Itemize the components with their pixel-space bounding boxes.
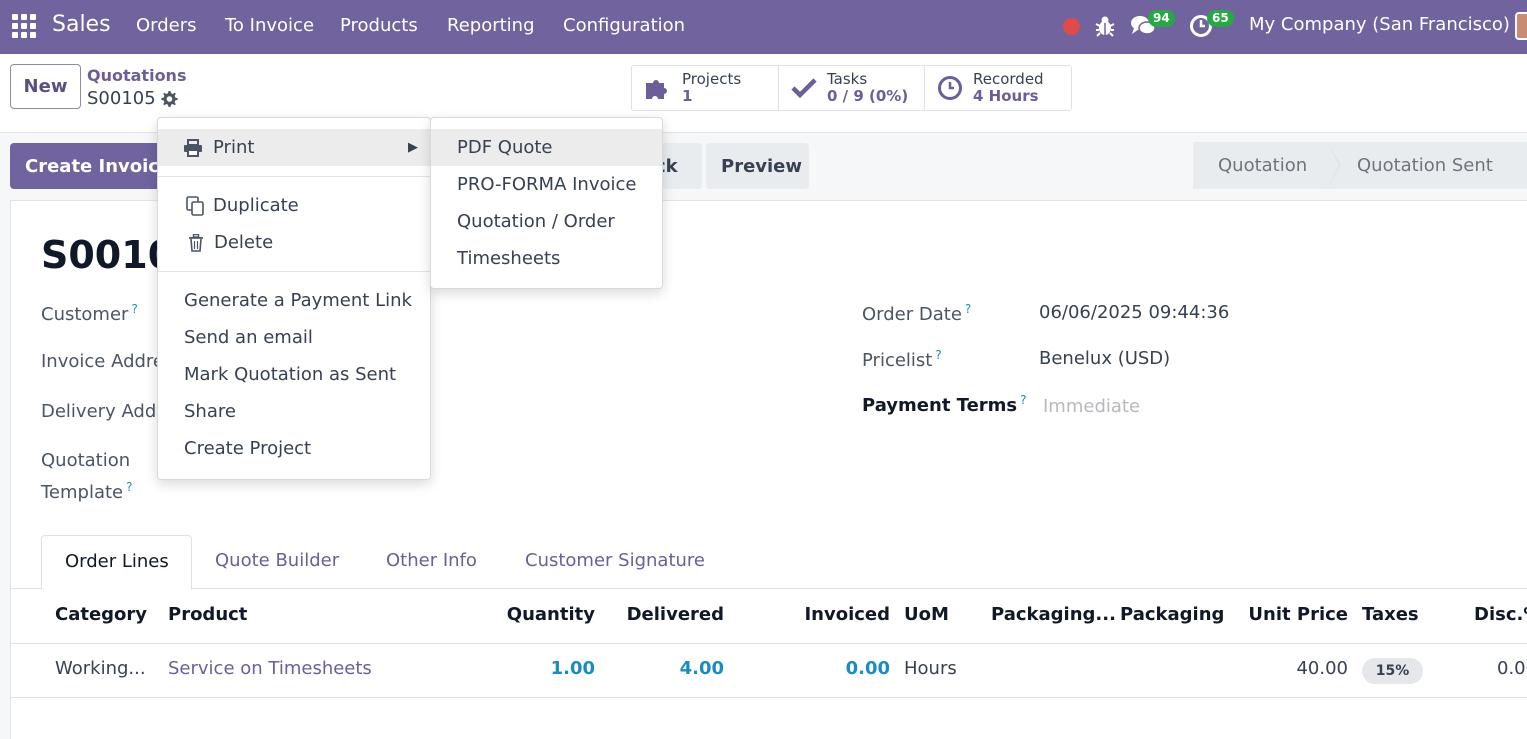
cell-invoiced[interactable]: 0.00: [846, 658, 890, 679]
tab-other-info[interactable]: Other Info: [386, 550, 477, 571]
pricelist-field[interactable]: Benelux (USD): [1039, 348, 1170, 369]
print-pdf-quote[interactable]: PDF Quote: [431, 129, 662, 166]
company-switcher[interactable]: My Company (San Francisco): [1249, 14, 1510, 35]
order-date-label: Order Date?: [862, 302, 972, 325]
column-header-packaging[interactable]: Packaging: [1120, 604, 1224, 625]
payment-terms-field[interactable]: Immediate: [1043, 396, 1140, 417]
gear-icon[interactable]: [160, 90, 178, 108]
printer-icon: [184, 138, 202, 157]
menu-item-print[interactable]: Print ▶: [158, 129, 430, 166]
menu-item-send-email[interactable]: Send an email: [158, 319, 430, 356]
header-divider: [10, 643, 1527, 644]
column-header-category[interactable]: Category: [55, 604, 147, 625]
app-name[interactable]: Sales: [52, 12, 111, 37]
tab-quote-builder[interactable]: Quote Builder: [215, 550, 339, 571]
print-timesheets[interactable]: Timesheets: [431, 240, 662, 277]
status-quotation-label: Quotation: [1218, 155, 1308, 176]
record-dot-icon[interactable]: [1063, 18, 1080, 35]
checkmark-icon: [791, 78, 817, 99]
tab-order-lines[interactable]: Order Lines: [41, 535, 192, 590]
recorded-smart-button[interactable]: Recorded 4 Hours: [925, 66, 1071, 110]
projects-label: Projects: [682, 70, 742, 88]
menu-item-mark-sent[interactable]: Mark Quotation as Sent: [158, 356, 430, 393]
new-button[interactable]: New: [10, 64, 81, 109]
messages-count-badge: 94: [1148, 10, 1175, 27]
cell-category[interactable]: Working...: [55, 658, 146, 679]
menu-item-delete[interactable]: Delete: [158, 224, 430, 261]
puzzle-icon: [646, 80, 667, 99]
tasks-value: 0 / 9 (0%): [827, 87, 909, 105]
copy-icon: [186, 195, 204, 216]
status-quotation[interactable]: Quotation: [1193, 142, 1341, 189]
menu-item-duplicate-label: Duplicate: [213, 195, 299, 216]
smart-buttons: Projects 1 Tasks 0 / 9 (0%) Recorded 4 H…: [631, 65, 1072, 111]
create-invoice-button[interactable]: Create Invoice: [10, 143, 180, 189]
status-quotation-sent-label: Quotation Sent: [1357, 155, 1493, 176]
cell-product[interactable]: Service on Timesheets: [168, 658, 372, 679]
projects-value: 1: [682, 87, 693, 105]
caret-right-icon: ▶: [408, 140, 418, 155]
cell-delivered[interactable]: 4.00: [680, 658, 724, 679]
menu-item-delete-label: Delete: [214, 232, 274, 253]
status-arrow-fill: [1327, 142, 1339, 188]
user-avatar[interactable]: [1515, 12, 1527, 40]
projects-smart-button[interactable]: Projects 1: [632, 66, 779, 110]
quotation-template-label-line2: Template?: [41, 480, 133, 503]
gear-dropdown-menu: Print ▶ Duplicate Delete Generate a Paym…: [157, 117, 431, 480]
apps-menu-icon[interactable]: [12, 14, 36, 38]
cell-discount[interactable]: 0.00: [1497, 658, 1527, 679]
quotation-template-label: Quotation: [41, 450, 131, 471]
preview-button[interactable]: Preview: [706, 143, 809, 189]
menu-reporting[interactable]: Reporting: [447, 15, 535, 36]
tab-customer-signature[interactable]: Customer Signature: [525, 550, 705, 571]
status-bar: Quotation Quotation Sent: [1193, 142, 1527, 189]
bug-icon[interactable]: [1094, 14, 1116, 38]
column-header-discount[interactable]: Disc.%: [1474, 604, 1527, 625]
menu-item-create-project[interactable]: Create Project: [158, 430, 430, 467]
menu-orders[interactable]: Orders: [136, 15, 197, 36]
column-header-invoiced[interactable]: Invoiced: [804, 604, 890, 625]
column-header-taxes[interactable]: Taxes: [1362, 604, 1419, 625]
tasks-label: Tasks: [827, 70, 868, 88]
menu-to-invoice[interactable]: To Invoice: [225, 15, 314, 36]
notebook-tabs: [10, 588, 1527, 589]
breadcrumb-record: S00105: [87, 88, 156, 109]
trash-icon: [189, 233, 203, 252]
recorded-label: Recorded: [973, 70, 1044, 88]
cell-unit-price[interactable]: 40.00: [1296, 658, 1348, 679]
column-header-product[interactable]: Product: [168, 604, 247, 625]
menu-item-payment-link[interactable]: Generate a Payment Link: [158, 282, 430, 319]
menu-item-print-label: Print: [213, 137, 255, 158]
cell-quantity[interactable]: 1.00: [551, 658, 595, 679]
menu-item-share[interactable]: Share: [158, 393, 430, 430]
row-divider: [10, 697, 1527, 698]
tax-badge[interactable]: 15%: [1362, 658, 1423, 684]
order-date-field[interactable]: 06/06/2025 09:44:36: [1039, 302, 1229, 323]
column-header-packaging-qty[interactable]: Packaging...: [991, 604, 1116, 625]
menu-products[interactable]: Products: [340, 15, 418, 36]
menu-divider: [158, 176, 430, 177]
status-quotation-sent[interactable]: Quotation Sent: [1327, 142, 1527, 189]
menu-divider: [158, 271, 430, 272]
payment-terms-label: Payment Terms?: [862, 393, 1027, 416]
print-quotation-order[interactable]: Quotation / Order: [431, 203, 662, 240]
tasks-smart-button[interactable]: Tasks 0 / 9 (0%): [779, 66, 925, 110]
print-submenu: PDF Quote PRO-FORMA Invoice Quotation / …: [430, 117, 663, 289]
menu-item-duplicate[interactable]: Duplicate: [158, 187, 430, 224]
print-proforma-invoice[interactable]: PRO-FORMA Invoice: [431, 166, 662, 203]
column-header-uom[interactable]: UoM: [904, 604, 949, 625]
customer-label: Customer?: [41, 302, 138, 325]
column-header-quantity[interactable]: Quantity: [507, 604, 595, 625]
activities-count-badge: 65: [1207, 10, 1234, 27]
menu-configuration[interactable]: Configuration: [563, 15, 685, 36]
column-header-delivered[interactable]: Delivered: [627, 604, 724, 625]
top-navbar: Sales Orders To Invoice Products Reporti…: [0, 0, 1527, 54]
clock-icon: [938, 76, 962, 100]
pricelist-label: Pricelist?: [862, 348, 942, 371]
column-header-unit-price[interactable]: Unit Price: [1248, 604, 1348, 625]
breadcrumb-quotations[interactable]: Quotations: [87, 66, 186, 85]
cell-uom[interactable]: Hours: [904, 658, 957, 679]
recorded-value: 4 Hours: [973, 87, 1039, 105]
